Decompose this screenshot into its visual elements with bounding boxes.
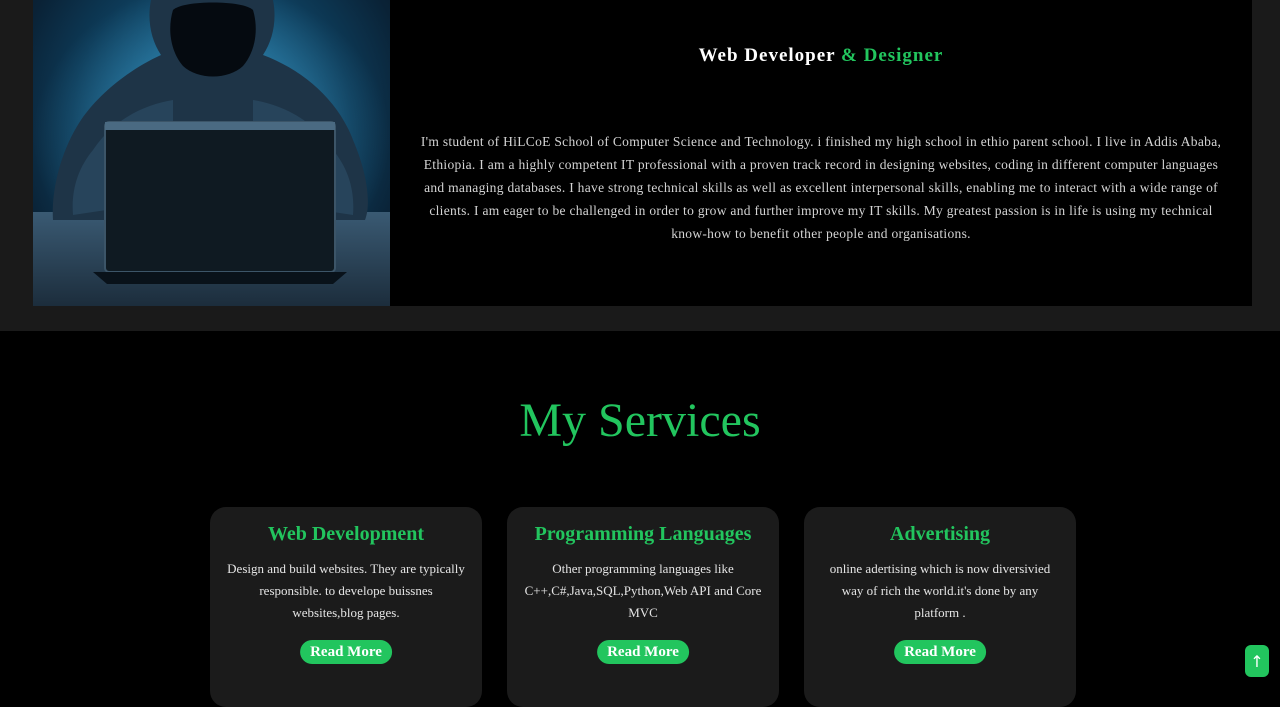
service-card-advertising: Advertising online adertising which is n… xyxy=(804,507,1076,707)
role-title-accent: & Designer xyxy=(841,45,944,66)
service-card-web-development: Web Development Design and build website… xyxy=(210,507,482,707)
read-more-button[interactable]: Read More xyxy=(300,640,392,664)
about-bio: I'm student of HiLCoE School of Computer… xyxy=(420,134,1222,241)
service-card-description: online adertising which is now diversivi… xyxy=(829,561,1051,620)
services-title: My Services xyxy=(519,394,761,447)
arrow-up-icon: ↑ xyxy=(1250,651,1264,671)
hooded-hacker-image xyxy=(33,0,390,306)
role-title: Web Developer & Designer xyxy=(390,45,1252,67)
service-card-title: Programming Languages xyxy=(534,523,752,545)
read-more-button[interactable]: Read More xyxy=(597,640,689,664)
service-card-title: Web Development xyxy=(267,523,425,545)
service-card-description: Other programming languages like C++,C#,… xyxy=(524,561,762,620)
role-title-prefix: Web Developer xyxy=(698,45,842,66)
about-section: Web Developer & Designer I'm student of … xyxy=(0,0,1280,331)
read-more-button[interactable]: Read More xyxy=(894,640,986,664)
scroll-to-top-button[interactable]: ↑ xyxy=(1245,645,1269,677)
service-card-title: Advertising xyxy=(890,523,990,545)
service-card-description: Design and build websites. They are typi… xyxy=(227,561,465,620)
service-card-programming-languages: Programming Languages Other programming … xyxy=(507,507,779,707)
about-card: Web Developer & Designer I'm student of … xyxy=(33,0,1252,306)
